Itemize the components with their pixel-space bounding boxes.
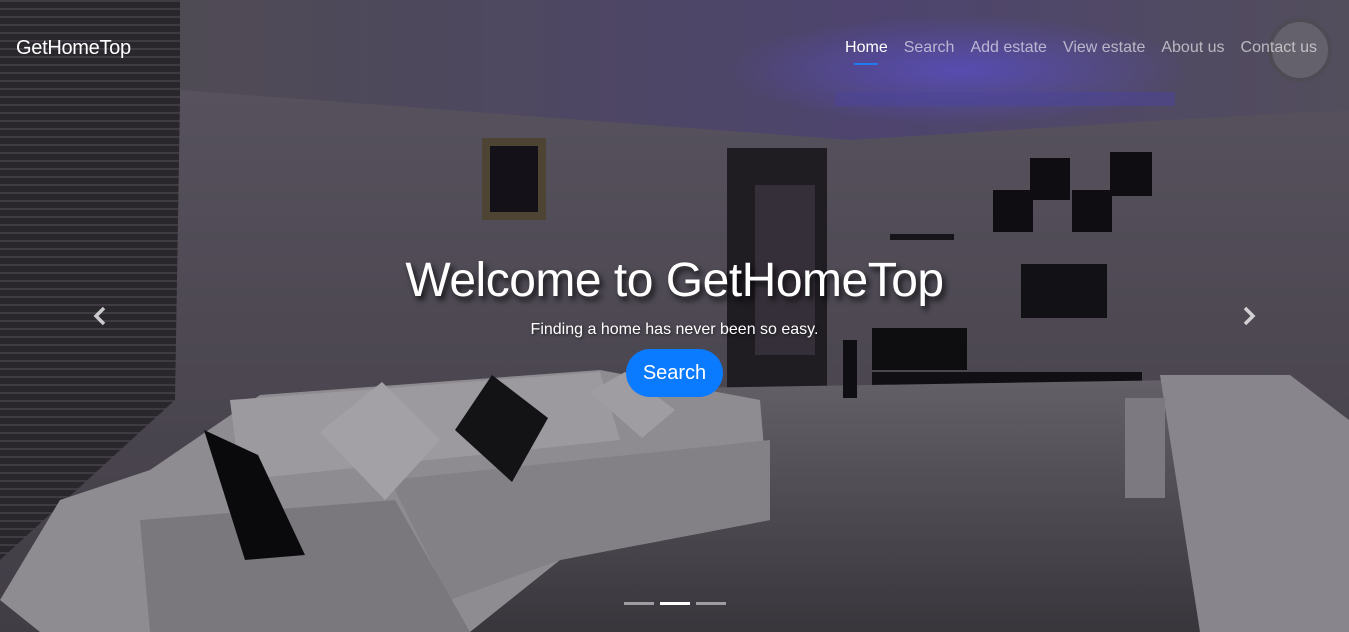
carousel-indicator-2[interactable]	[660, 602, 690, 605]
brand-logo[interactable]: GetHomeTop	[16, 37, 131, 60]
carousel-indicator-1[interactable]	[624, 602, 654, 605]
hero-headline: Welcome to GetHomeTop	[405, 254, 944, 307]
chevron-left-icon	[93, 306, 106, 326]
nav-item-about-us[interactable]: About us	[1153, 38, 1232, 58]
chevron-right-icon	[1243, 306, 1256, 326]
nav-menu: Home Search Add estate View estate About…	[837, 38, 1325, 58]
nav-item-search[interactable]: Search	[896, 38, 963, 58]
nav-item-add-estate[interactable]: Add estate	[962, 38, 1055, 58]
carousel-indicators	[624, 602, 726, 605]
hero-subline: Finding a home has never been so easy.	[530, 321, 819, 338]
carousel-prev-button[interactable]	[89, 304, 113, 328]
nav-item-contact-us[interactable]: Contact us	[1233, 38, 1325, 58]
navbar: GetHomeTop Home Search Add estate View e…	[0, 0, 1349, 96]
carousel-indicator-3[interactable]	[696, 602, 726, 605]
hero-caption: Welcome to GetHomeTop Finding a home has…	[0, 252, 1349, 397]
nav-item-home[interactable]: Home	[837, 38, 896, 58]
carousel-next-button[interactable]	[1236, 304, 1260, 328]
search-button[interactable]: Search	[625, 349, 724, 397]
nav-item-view-estate[interactable]: View estate	[1055, 38, 1153, 58]
